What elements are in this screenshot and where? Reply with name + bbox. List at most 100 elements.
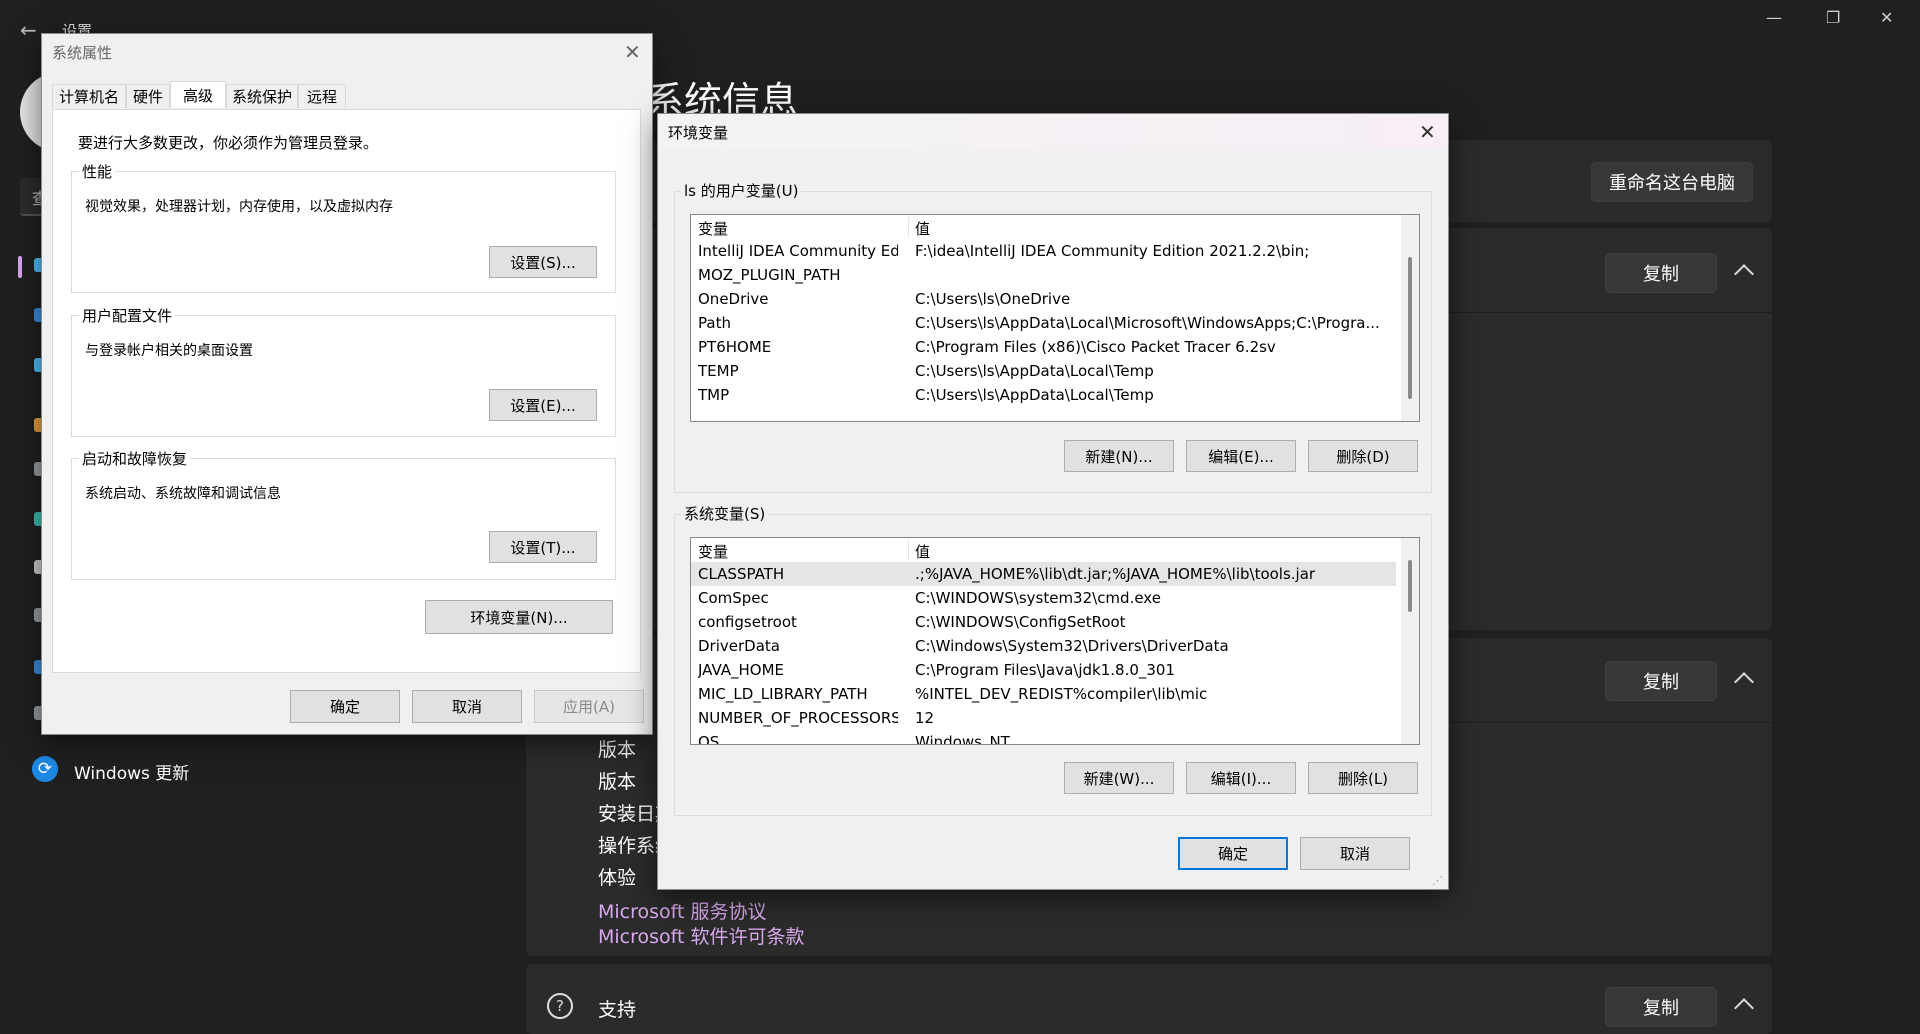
variable-value: C:\Program Files\Java\jdk1.8.0_301	[915, 661, 1176, 679]
table-row[interactable]: JAVA_HOME C:\Program Files\Java\jdk1.8.0_…	[691, 658, 1396, 682]
variable-name: JAVA_HOME	[698, 661, 785, 679]
copy-windows-specs-button[interactable]: 复制	[1605, 661, 1717, 701]
scrollbar[interactable]	[1401, 538, 1419, 744]
scrollbar-thumb[interactable]	[1408, 257, 1412, 399]
variable-name: CLASSPATH	[698, 565, 785, 583]
title-bar	[658, 114, 1448, 150]
table-row[interactable]: TEMP C:\Users\ls\AppData\Local\Temp	[691, 359, 1396, 383]
spec-label-experience: 体验	[598, 867, 637, 889]
user-variables-label: ls 的用户变量(U)	[681, 180, 802, 201]
variable-value: C:\Program Files (x86)\Cisco Packet Trac…	[915, 338, 1276, 356]
column-divider	[908, 540, 909, 560]
resize-grip-icon[interactable]: ⋰	[1432, 874, 1443, 887]
variable-value: C:\Windows\System32\Drivers\DriverData	[915, 637, 1229, 655]
button-label: 新建(W)...	[1083, 769, 1155, 788]
dialog-title: 系统属性	[52, 44, 113, 62]
back-arrow-icon[interactable]: ←	[20, 18, 37, 42]
close-window-button[interactable]: ✕	[1880, 8, 1893, 27]
variable-value: 12	[915, 709, 935, 727]
tab-hardware[interactable]: 硬件	[126, 84, 170, 108]
table-row[interactable]: NUMBER_OF_PROCESSORS 12	[691, 706, 1396, 730]
column-header-variable[interactable]: 变量	[698, 218, 898, 239]
user-edit-button[interactable]: 编辑(E)...	[1186, 440, 1296, 472]
variable-name: DriverData	[698, 637, 780, 655]
table-row[interactable]: OneDrive C:\Users\ls\OneDrive	[691, 287, 1396, 311]
table-row[interactable]: MOZ_PLUGIN_PATH	[691, 263, 1396, 287]
dialog-title: 环境变量	[668, 124, 729, 142]
variable-value: C:\WINDOWS\system32\cmd.exe	[915, 589, 1161, 607]
table-row[interactable]: IntelliJ IDEA Community Ed... F:\idea\Int…	[691, 239, 1396, 263]
system-new-button[interactable]: 新建(W)...	[1064, 762, 1174, 794]
ok-button[interactable]: 确定	[1178, 837, 1288, 870]
services-agreement-link[interactable]: Microsoft 服务协议	[598, 897, 767, 924]
table-row[interactable]: TMP C:\Users\ls\AppData\Local\Temp	[691, 383, 1396, 407]
variable-name: TEMP	[698, 362, 739, 380]
column-header-variable[interactable]: 变量	[698, 541, 898, 562]
column-header-value[interactable]: 值	[915, 541, 1395, 562]
button-label: 编辑(E)...	[1208, 447, 1274, 466]
variable-name: IntelliJ IDEA Community Ed...	[698, 242, 898, 260]
close-icon[interactable]: ✕	[1419, 122, 1436, 142]
table-row[interactable]: CLASSPATH .;%JAVA_HOME%\lib\dt.jar;%JAVA_…	[691, 562, 1396, 586]
close-icon[interactable]: ✕	[624, 42, 641, 62]
table-row[interactable]: PT6HOME C:\Program Files (x86)\Cisco Pack…	[691, 335, 1396, 359]
copy-device-specs-button[interactable]: 复制	[1605, 253, 1717, 293]
startup-recovery-settings-button[interactable]: 设置(T)...	[489, 531, 597, 563]
table-row[interactable]: MIC_LD_LIBRARY_PATH %INTEL_DEV_REDIST%com…	[691, 682, 1396, 706]
tab-remote[interactable]: 远程	[298, 84, 346, 108]
table-row[interactable]: configsetroot C:\WINDOWS\ConfigSetRoot	[691, 610, 1396, 634]
cancel-button[interactable]: 取消	[1300, 837, 1410, 870]
list-header: 变量 值	[691, 538, 1419, 562]
column-divider	[908, 217, 909, 237]
tab-computer-name[interactable]: 计算机名	[52, 84, 126, 108]
help-icon: ?	[547, 993, 573, 1019]
startup-recovery-desc: 系统启动、系统故障和调试信息	[85, 486, 281, 502]
nav-item-label: Windows 更新	[74, 764, 190, 784]
system-variables-label-text: 系统变量(S)	[684, 505, 766, 523]
nav-item-windows-update[interactable]: ⟳ Windows 更新	[32, 756, 332, 784]
environment-variables-button[interactable]: 环境变量(N)...	[425, 600, 613, 634]
table-row[interactable]: OS Windows_NT	[691, 730, 1396, 745]
scrollbar[interactable]	[1401, 215, 1419, 421]
table-row[interactable]: ComSpec C:\WINDOWS\system32\cmd.exe	[691, 586, 1396, 610]
support-card	[526, 964, 1772, 1034]
variable-name: ComSpec	[698, 589, 769, 607]
ok-button[interactable]: 确定	[290, 690, 400, 723]
user-delete-button[interactable]: 删除(D)	[1308, 440, 1418, 472]
user-variables-label-text: ls 的用户变量(U)	[684, 182, 799, 200]
license-terms-link[interactable]: Microsoft 软件许可条款	[598, 922, 805, 949]
table-row[interactable]: DriverData C:\Windows\System32\Drivers\Dr…	[691, 634, 1396, 658]
system-variables-list[interactable]: 变量 值 CLASSPATH .;%JAVA_HOME%\lib\dt.jar;%…	[690, 537, 1420, 745]
scrollbar-thumb[interactable]	[1408, 560, 1412, 612]
user-profiles-settings-button[interactable]: 设置(E)...	[489, 389, 597, 421]
performance-settings-button[interactable]: 设置(S)...	[489, 246, 597, 278]
minimize-button[interactable]: —	[1766, 8, 1782, 27]
user-new-button[interactable]: 新建(N)...	[1064, 440, 1174, 472]
variable-name: MOZ_PLUGIN_PATH	[698, 266, 841, 284]
system-delete-button[interactable]: 删除(L)	[1308, 762, 1418, 794]
column-header-value[interactable]: 值	[915, 218, 1395, 239]
spec-label-version: 版本	[598, 771, 637, 793]
support-label: 支持	[598, 999, 637, 1021]
system-edit-button[interactable]: 编辑(I)...	[1186, 762, 1296, 794]
environment-variables-dialog: 环境变量 ✕ ls 的用户变量(U) 变量 值 IntelliJ IDEA Co…	[657, 113, 1449, 890]
button-label: 删除(D)	[1336, 447, 1390, 466]
nav-selected-indicator	[18, 256, 22, 278]
user-variables-list[interactable]: 变量 值 IntelliJ IDEA Community Ed... F:\ide…	[690, 214, 1420, 422]
variable-name: OS	[698, 733, 720, 745]
apply-button[interactable]: 应用(A)	[534, 690, 644, 723]
restore-button[interactable]: ❐	[1826, 8, 1840, 27]
tab-advanced[interactable]: 高级	[170, 81, 226, 108]
table-row[interactable]: Path C:\Users\ls\AppData\Local\Microsoft\…	[691, 311, 1396, 335]
copy-support-button[interactable]: 复制	[1605, 987, 1717, 1027]
button-label: 新建(N)...	[1085, 447, 1153, 466]
admin-note: 要进行大多数更改，你必须作为管理员登录。	[78, 134, 379, 152]
rename-pc-button[interactable]: 重命名这台电脑	[1591, 162, 1753, 202]
variable-value: C:\Users\ls\AppData\Local\Temp	[915, 362, 1154, 380]
variable-name: PT6HOME	[698, 338, 772, 356]
cancel-button[interactable]: 取消	[412, 690, 522, 723]
variable-value: C:\Users\ls\AppData\Local\Microsoft\Wind…	[915, 314, 1380, 332]
variable-name: TMP	[698, 386, 730, 404]
tab-system-protection[interactable]: 系统保护	[226, 84, 298, 108]
system-properties-dialog: 系统属性 ✕ 计算机名 硬件 高级 系统保护 远程 要进行大多数更改，你必须作为…	[41, 33, 653, 735]
